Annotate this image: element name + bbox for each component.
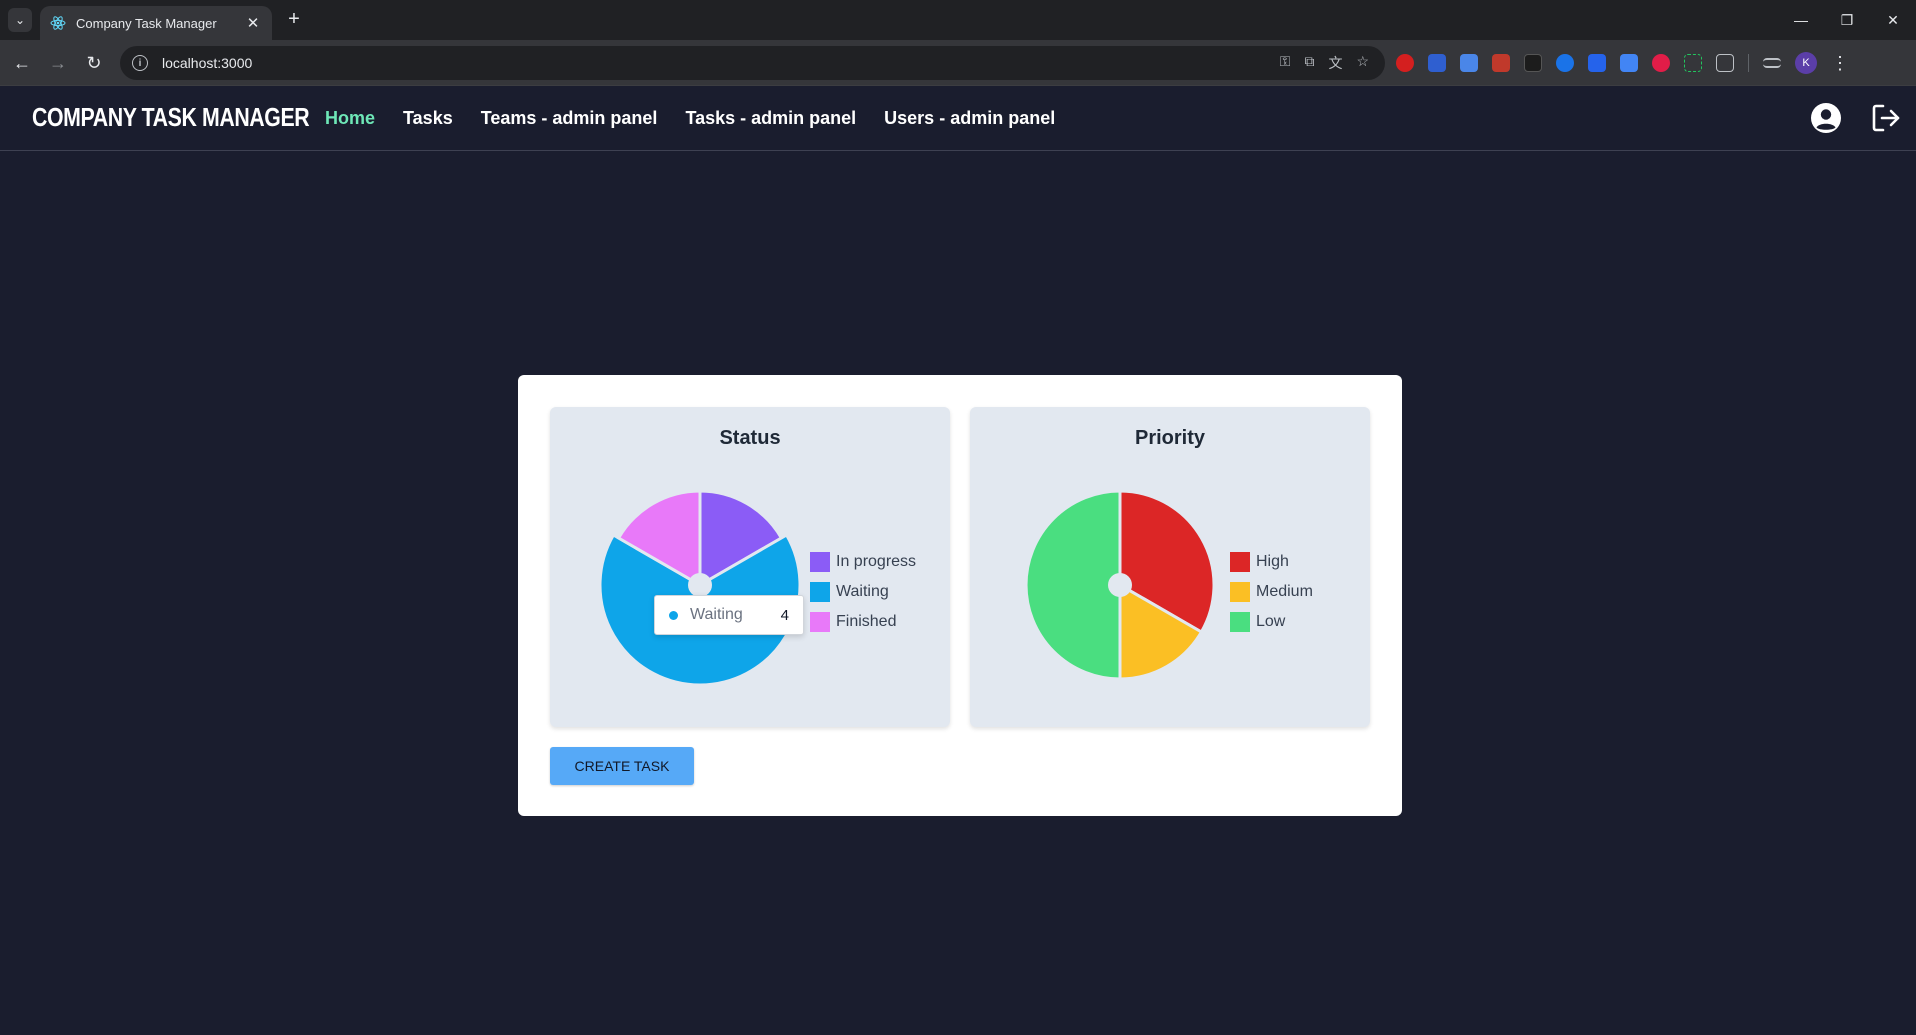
new-tab-button[interactable]: +: [282, 8, 306, 32]
translate-icon[interactable]: 文: [1328, 53, 1342, 73]
tooltip-color-dot: [669, 610, 678, 620]
legend-swatch: [810, 582, 830, 602]
extension-pink-icon[interactable]: [1652, 54, 1670, 72]
extensions-bar: K ⋮: [1396, 52, 1849, 74]
legend-label: Finished: [836, 613, 897, 630]
reading-list-icon[interactable]: [1763, 58, 1781, 68]
close-window-button[interactable]: ✕: [1870, 0, 1916, 40]
pie-center-hole: [1108, 573, 1132, 597]
status-chart-panel: Status In progress Waiting Finished Wait…: [550, 407, 950, 727]
install-app-icon[interactable]: ⧉: [1304, 53, 1314, 73]
legend-swatch: [1230, 582, 1250, 602]
extension-gift-icon[interactable]: [1492, 54, 1510, 72]
browser-toolbar: ← → ↻ i localhost:3000 ⚿ ⧉ 文 ☆ K ⋮: [0, 40, 1916, 86]
nav-links: Home Tasks Teams - admin panel Tasks - a…: [325, 108, 1055, 129]
tab-title: Company Task Manager: [76, 15, 217, 31]
reload-button[interactable]: ↻: [80, 49, 108, 77]
extension-red-icon[interactable]: [1396, 54, 1414, 72]
status-legend: In progress Waiting Finished: [810, 547, 916, 637]
extension-capture-icon[interactable]: [1684, 54, 1702, 72]
nav-link-home[interactable]: Home: [325, 108, 375, 129]
nav-link-tasks-admin[interactable]: Tasks - admin panel: [685, 108, 856, 129]
legend-item-in-progress[interactable]: In progress: [810, 547, 916, 577]
priority-chart-panel: Priority High Medium Low: [970, 407, 1370, 727]
priority-legend: High Medium Low: [1230, 547, 1313, 637]
legend-label: Waiting: [836, 583, 889, 600]
legend-label: In progress: [836, 553, 917, 570]
legend-label: Medium: [1256, 583, 1313, 600]
extension-blue-icon[interactable]: [1588, 54, 1606, 72]
bookmark-star-icon[interactable]: ☆: [1356, 53, 1369, 73]
app-navbar: COMPANY TASK MANAGER Home Tasks Teams - …: [0, 86, 1916, 151]
legend-item-high[interactable]: High: [1230, 547, 1313, 577]
legend-item-medium[interactable]: Medium: [1230, 577, 1313, 607]
minimize-button[interactable]: —: [1778, 0, 1824, 40]
pie-center-hole: [688, 573, 712, 597]
chart-tooltip: Waiting 4: [654, 595, 804, 635]
address-bar[interactable]: i localhost:3000 ⚿ ⧉ 文 ☆: [120, 46, 1385, 80]
legend-swatch: [1230, 612, 1250, 632]
status-chart-title: Status: [719, 427, 781, 449]
legend-label: Low: [1256, 613, 1286, 630]
tab-close-icon[interactable]: ✕: [244, 14, 262, 32]
tab-search-button[interactable]: ⌄: [8, 8, 32, 32]
extension-shield-icon[interactable]: [1428, 54, 1446, 72]
legend-label: High: [1256, 553, 1289, 570]
url-text[interactable]: localhost:3000: [162, 55, 1280, 71]
tooltip-label: Waiting: [690, 606, 743, 623]
back-button[interactable]: ←: [8, 49, 36, 77]
browser-tabbar: ⌄ Company Task Manager ✕ + — ❐ ✕: [0, 0, 1916, 40]
nav-link-tasks[interactable]: Tasks: [403, 108, 453, 129]
status-pie-chart[interactable]: [600, 485, 800, 685]
extension-doc-icon[interactable]: [1620, 54, 1638, 72]
window-controls: — ❐ ✕: [1778, 0, 1916, 40]
site-info-icon[interactable]: i: [132, 55, 148, 71]
browser-menu-icon[interactable]: ⋮: [1831, 53, 1849, 74]
legend-swatch: [1230, 552, 1250, 572]
legend-swatch: [810, 612, 830, 632]
restore-button[interactable]: ❐: [1824, 0, 1870, 40]
legend-item-finished[interactable]: Finished: [810, 607, 916, 637]
extensions-puzzle-icon[interactable]: [1716, 54, 1734, 72]
priority-pie-chart[interactable]: [1020, 485, 1220, 685]
extension-blue-circle-icon[interactable]: [1556, 54, 1574, 72]
legend-swatch: [810, 552, 830, 572]
extension-dark-icon[interactable]: [1524, 54, 1542, 72]
extension-translate-icon[interactable]: [1460, 54, 1478, 72]
nav-link-users-admin[interactable]: Users - admin panel: [884, 108, 1055, 129]
browser-tab[interactable]: Company Task Manager ✕: [40, 6, 272, 40]
tooltip-value: 4: [780, 606, 789, 624]
password-key-icon[interactable]: ⚿: [1280, 53, 1291, 73]
nav-link-teams-admin[interactable]: Teams - admin panel: [481, 108, 658, 129]
legend-item-low[interactable]: Low: [1230, 607, 1313, 637]
user-account-icon[interactable]: [1810, 102, 1842, 134]
priority-chart-title: Priority: [1134, 427, 1206, 449]
react-icon: [50, 16, 66, 30]
brand-logo[interactable]: COMPANY TASK MANAGER: [32, 102, 310, 133]
profile-avatar[interactable]: K: [1795, 52, 1817, 74]
forward-button[interactable]: →: [44, 49, 72, 77]
dashboard-card: Status In progress Waiting Finished Wait…: [518, 375, 1402, 816]
legend-item-waiting[interactable]: Waiting: [810, 577, 916, 607]
create-task-button[interactable]: CREATE TASK: [550, 747, 694, 785]
logout-icon[interactable]: [1870, 102, 1902, 134]
pie-slice-low[interactable]: [1024, 489, 1122, 681]
toolbar-divider: [1748, 54, 1749, 72]
